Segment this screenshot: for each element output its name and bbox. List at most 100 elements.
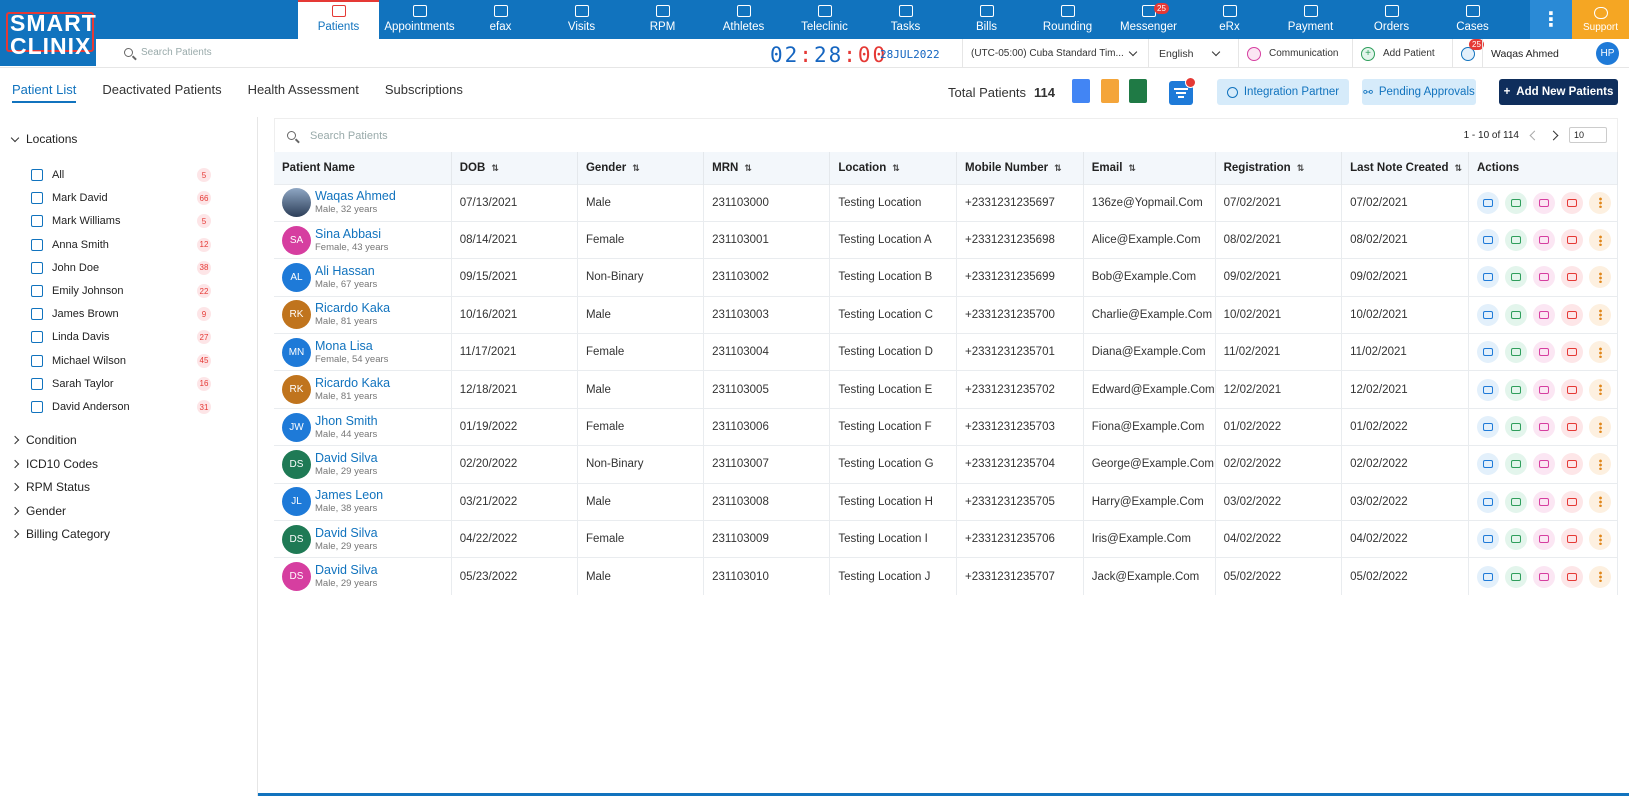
edit-icon[interactable] (1561, 303, 1583, 326)
filter-section-icd10-codes[interactable]: ICD10 Codes (10, 457, 98, 471)
user-menu[interactable]: Waqas Ahmed HP (1482, 39, 1629, 68)
location-filter-item[interactable]: Anna Smith 12 (31, 237, 211, 252)
nav-efax[interactable]: efax (460, 0, 541, 39)
prev-page-icon[interactable] (1529, 130, 1540, 140)
more-menu-button[interactable]: ⋮ (1530, 0, 1572, 39)
excel-export-icon[interactable] (1129, 79, 1147, 103)
global-search-input[interactable]: Search Patients (141, 47, 212, 58)
checkbox[interactable] (31, 261, 43, 274)
user-avatar[interactable]: HP (1596, 42, 1619, 65)
edit-icon[interactable] (1561, 565, 1583, 588)
patient-name-link[interactable]: David Silva (315, 563, 378, 577)
location-filter-item[interactable]: Mark David 66 (31, 191, 211, 206)
patient-name-link[interactable]: David Silva (315, 526, 378, 540)
clear-filter-icon[interactable] (1185, 77, 1196, 88)
nav-patients[interactable]: Patients (298, 0, 379, 39)
more-options-icon[interactable] (1589, 416, 1611, 439)
nav-rounding[interactable]: Rounding (1027, 0, 1108, 39)
share-icon[interactable] (1533, 528, 1555, 551)
calendar-icon[interactable] (1505, 528, 1527, 551)
checkbox[interactable] (31, 215, 43, 228)
share-icon[interactable] (1533, 266, 1555, 289)
location-filter-item[interactable]: Linda Davis 27 (31, 330, 211, 345)
filter-section-rpm-status[interactable]: RPM Status (10, 480, 90, 494)
integration-partner-button[interactable]: Integration Partner (1217, 79, 1349, 105)
table-row[interactable]: DS David Silva Male, 29 years 04/22/2022 F… (274, 520, 1618, 558)
timezone-select[interactable]: (UTC-05:00) Cuba Standard Tim... (962, 39, 1148, 68)
column-header-dob[interactable]: DOB ⇅ (451, 152, 578, 184)
calendar-icon[interactable] (1505, 229, 1527, 252)
video-call-icon[interactable] (1477, 528, 1499, 551)
add-patient-button[interactable]: + Add Patient (1352, 39, 1452, 68)
more-options-icon[interactable] (1589, 565, 1611, 588)
column-header-gender[interactable]: Gender ⇅ (577, 152, 705, 184)
column-header-last-note-created[interactable]: Last Note Created ⇅ (1341, 152, 1469, 184)
google-docs-export-icon[interactable] (1072, 79, 1090, 103)
nav-payment[interactable]: Payment (1270, 0, 1351, 39)
video-call-icon[interactable] (1477, 490, 1499, 513)
sort-icon[interactable]: ⇅ (1297, 163, 1305, 174)
nav-cases[interactable]: Cases (1432, 0, 1513, 39)
tab-health-assessment[interactable]: Health Assessment (248, 82, 359, 103)
location-filter-item[interactable]: James Brown 9 (31, 307, 211, 322)
share-icon[interactable] (1533, 378, 1555, 401)
checkbox[interactable] (31, 285, 43, 297)
patient-name-link[interactable]: James Leon (315, 488, 383, 502)
sort-icon[interactable]: ⇅ (1128, 163, 1136, 174)
column-header-mobile-number[interactable]: Mobile Number ⇅ (956, 152, 1084, 184)
more-options-icon[interactable] (1589, 229, 1611, 252)
nav-appointments[interactable]: Appointments (379, 0, 460, 39)
table-row[interactable]: MN Mona Lisa Female, 54 years 11/17/2021 F… (274, 333, 1618, 371)
nav-bills[interactable]: Bills (946, 0, 1027, 39)
column-header-location[interactable]: Location ⇅ (829, 152, 957, 184)
more-options-icon[interactable] (1589, 341, 1611, 364)
page-size-select[interactable]: 10 (1569, 127, 1607, 143)
calendar-icon[interactable] (1505, 565, 1527, 588)
edit-icon[interactable] (1561, 528, 1583, 551)
edit-icon[interactable] (1561, 341, 1583, 364)
filter-section-condition[interactable]: Condition (10, 433, 77, 447)
patient-name-link[interactable]: Ricardo Kaka (315, 376, 390, 390)
patient-name-link[interactable]: David Silva (315, 451, 378, 465)
sort-icon[interactable]: ⇅ (1054, 163, 1062, 174)
sort-icon[interactable]: ⇅ (1455, 163, 1463, 174)
video-call-icon[interactable] (1477, 378, 1499, 401)
calendar-icon[interactable] (1505, 303, 1527, 326)
smartclinix-logo[interactable]: SMART CLINIX (0, 0, 96, 66)
checkbox[interactable] (31, 169, 43, 181)
location-filter-item[interactable]: Michael Wilson 45 (31, 353, 211, 368)
table-row[interactable]: JL James Leon Male, 38 years 03/21/2022 Ma… (274, 482, 1618, 521)
table-row[interactable]: RK Ricardo Kaka Male, 81 years 12/18/2021… (274, 370, 1618, 409)
table-row[interactable]: JW Jhon Smith Male, 44 years 01/19/2022 Fe… (274, 407, 1618, 446)
more-options-icon[interactable] (1589, 528, 1611, 551)
video-call-icon[interactable] (1477, 453, 1499, 476)
notifications-button[interactable]: 25 (1452, 39, 1484, 68)
video-call-icon[interactable] (1477, 565, 1499, 588)
tab-deactivated-patients[interactable]: Deactivated Patients (102, 82, 221, 103)
column-header-registration[interactable]: Registration ⇅ (1215, 152, 1343, 184)
table-row[interactable]: SA Sina Abbasi Female, 43 years 08/14/202… (274, 220, 1618, 259)
share-icon[interactable] (1533, 416, 1555, 439)
filter-section-billing-category[interactable]: Billing Category (10, 527, 110, 541)
pending-approvals-button[interactable]: ⚯ Pending Approvals (1362, 79, 1476, 105)
share-icon[interactable] (1533, 565, 1555, 588)
filter-button[interactable] (1169, 77, 1196, 105)
nav-athletes[interactable]: Athletes (703, 0, 784, 39)
table-row[interactable]: DS David Silva Male, 29 years 05/23/2022 M… (274, 557, 1618, 596)
edit-icon[interactable] (1561, 416, 1583, 439)
calendar-icon[interactable] (1505, 416, 1527, 439)
column-header-mrn[interactable]: MRN ⇅ (703, 152, 831, 184)
location-filter-item[interactable]: Sarah Taylor 16 (31, 376, 211, 391)
video-call-icon[interactable] (1477, 303, 1499, 326)
column-header-email[interactable]: Email ⇅ (1083, 152, 1216, 184)
table-row[interactable]: DS David Silva Male, 29 years 02/20/2022 N… (274, 445, 1618, 484)
sort-icon[interactable]: ⇅ (632, 163, 640, 174)
location-filter-item[interactable]: John Doe 38 (31, 260, 211, 275)
edit-icon[interactable] (1561, 490, 1583, 513)
video-call-icon[interactable] (1477, 229, 1499, 252)
patient-name-link[interactable]: Sina Abbasi (315, 227, 388, 241)
locations-section-toggle[interactable]: Locations (10, 132, 77, 146)
share-icon[interactable] (1533, 490, 1555, 513)
communication-button[interactable]: Communication (1238, 39, 1352, 68)
video-call-icon[interactable] (1477, 191, 1499, 214)
